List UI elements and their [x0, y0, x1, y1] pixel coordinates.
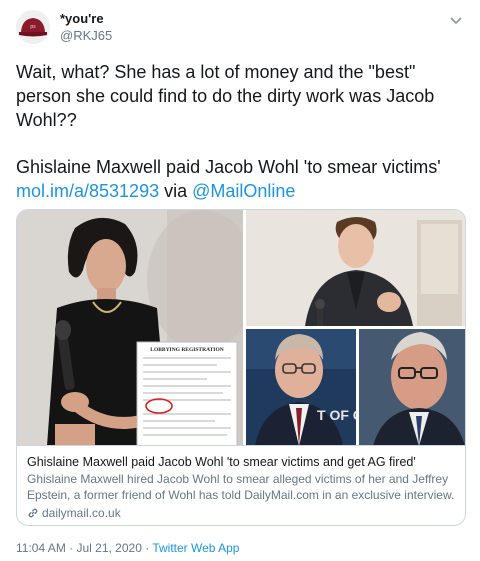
- mention-link[interactable]: @MailOnline: [192, 181, 295, 201]
- footer-separator-2: ·: [141, 541, 153, 555]
- tweet-headline: Ghislaine Maxwell paid Jacob Wohl 'to sm…: [16, 157, 441, 177]
- via-text: via: [159, 181, 193, 201]
- tweet-footer: 11:04 AM · Jul 21, 2020 · Twitter Web Ap…: [16, 541, 239, 555]
- card-title[interactable]: Ghislaine Maxwell paid Jacob Wohl 'to sm…: [27, 454, 457, 470]
- document-heading: LOBBYING REGISTRATION: [150, 347, 223, 353]
- lobbying-document: LOBBYING REGISTRATION: [136, 341, 238, 446]
- tweet-links-row: mol.im/a/8531293 via @MailOnline: [16, 179, 464, 203]
- cap-icon: ps: [16, 10, 50, 44]
- tweet-source[interactable]: Twitter Web App: [152, 541, 239, 555]
- footer-separator: ·: [65, 541, 77, 555]
- card-text: Ghislaine Maxwell paid Jacob Wohl 'to sm…: [17, 446, 465, 525]
- avatar[interactable]: ps: [16, 10, 50, 44]
- barr-photo: [359, 329, 465, 446]
- tweet-header: ps *you're @RKJ65: [16, 10, 464, 44]
- card-description: Ghislaine Maxwell hired Jacob Wohl to sm…: [27, 472, 455, 502]
- short-link[interactable]: mol.im/a/8531293: [16, 181, 159, 201]
- link-card[interactable]: LOBBYING REGISTRATION T OF CE Ghislaine …: [16, 209, 466, 526]
- link-icon: [28, 508, 38, 518]
- user-handle[interactable]: @RKJ65: [60, 28, 112, 43]
- chevron-down-icon[interactable]: [448, 12, 464, 28]
- berman-photo: T OF CE: [246, 329, 372, 446]
- display-name[interactable]: *you're: [60, 11, 104, 26]
- card-domain-row: dailymail.co.uk: [27, 505, 457, 521]
- tweet-headline-block: Ghislaine Maxwell paid Jacob Wohl 'to sm…: [16, 155, 464, 203]
- tweet-time[interactable]: 11:04 AM: [16, 541, 66, 555]
- tweet-date[interactable]: Jul 21, 2020: [76, 541, 141, 555]
- tweet-body: Wait, what? She has a lot of money and t…: [16, 62, 435, 130]
- tweet-text: Wait, what? She has a lot of money and t…: [16, 60, 464, 132]
- svg-text:ps: ps: [30, 24, 36, 30]
- card-domain: dailymail.co.uk: [42, 506, 121, 520]
- wohl-photo: [246, 210, 465, 326]
- card-image-collage: LOBBYING REGISTRATION T OF CE: [17, 210, 465, 446]
